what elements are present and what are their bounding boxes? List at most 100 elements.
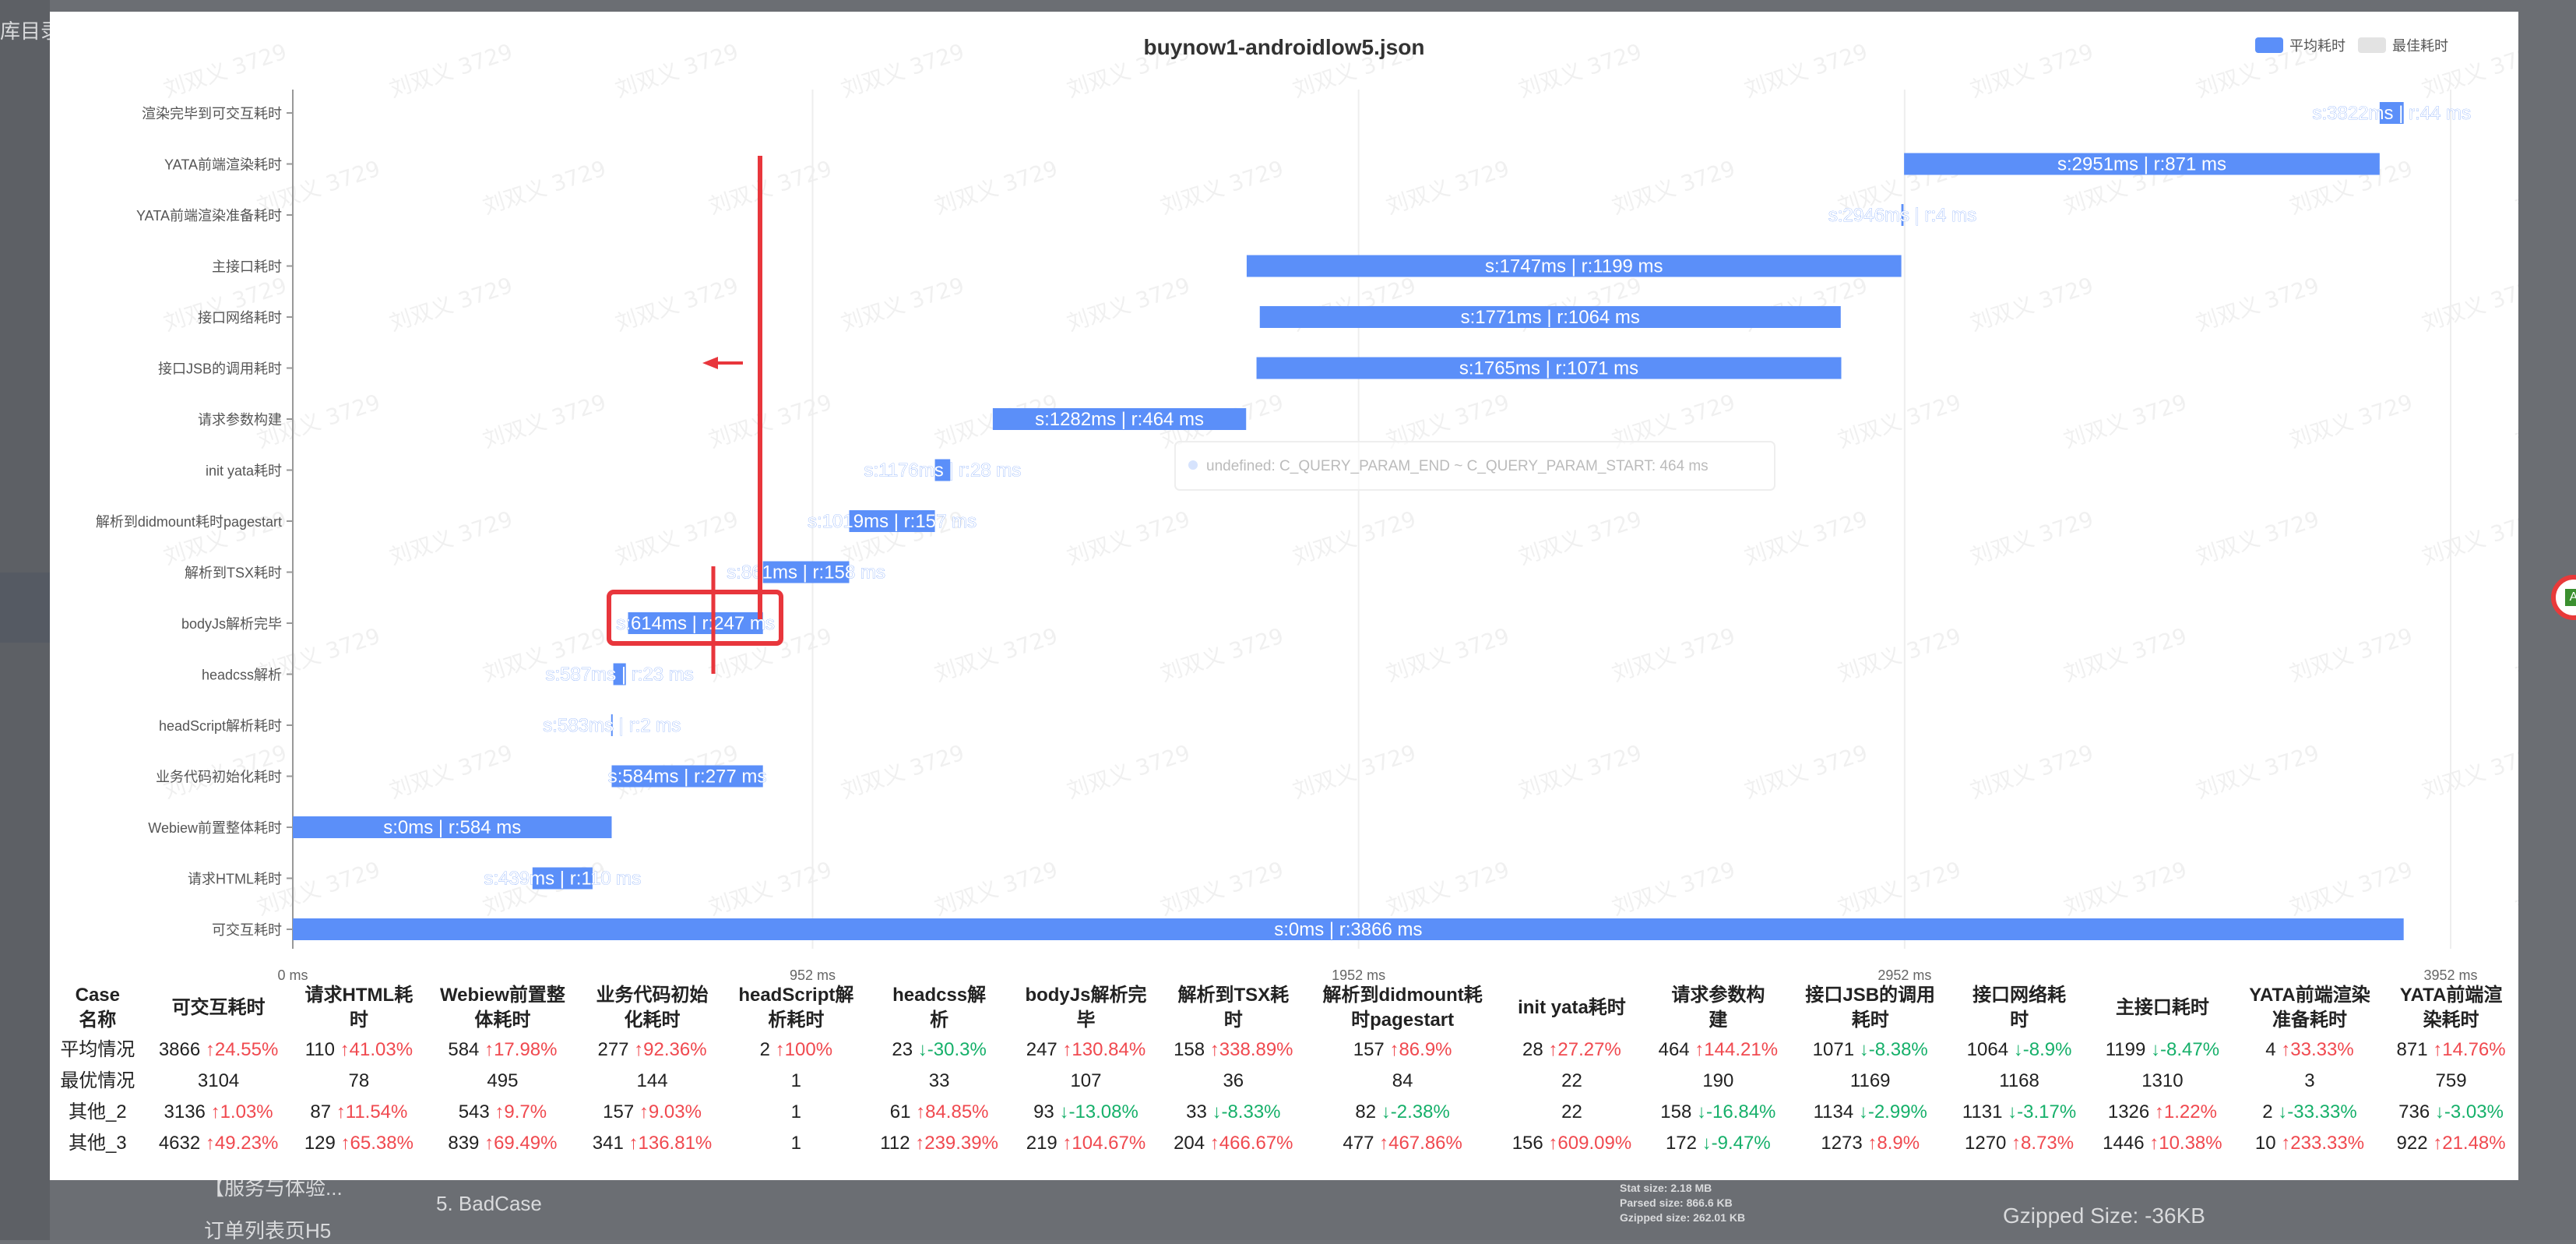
watermark-text: 刘双义 3729 bbox=[1741, 506, 1870, 570]
cell-value: 156 bbox=[1511, 1133, 1543, 1154]
table-cell: 3104 bbox=[146, 1066, 292, 1097]
cell-value: 172 bbox=[1665, 1133, 1697, 1154]
table-cell: 495 bbox=[426, 1066, 579, 1097]
cell-delta-up: ↑84.85% bbox=[910, 1101, 989, 1122]
x-tick-label: 952 ms bbox=[790, 967, 836, 981]
cell-delta-down: ↓-33.33% bbox=[2272, 1101, 2357, 1122]
watermark-text: 刘双义 3729 bbox=[1835, 389, 1964, 453]
cell-value: 839 bbox=[448, 1133, 480, 1154]
table-cell: 1273 ↑8.9% bbox=[1791, 1128, 1949, 1159]
cell-value: 1131 bbox=[1962, 1101, 2003, 1122]
cell-value: 84 bbox=[1392, 1070, 1413, 1091]
table-header-text: 可交互耗时 bbox=[171, 997, 266, 1018]
comparison-table: Case 名称 可交互耗时 请求HTML耗时 Webiew前置整 体耗时 业务代码初始 化耗时… bbox=[50, 981, 2518, 1159]
table-cell: 190 bbox=[1645, 1066, 1791, 1097]
cell-value: 33 bbox=[928, 1070, 950, 1091]
table-cell: 341 ↑136.81% bbox=[579, 1128, 726, 1159]
watermark-text: 刘双义 3729 bbox=[254, 857, 383, 921]
cell-value: 871 bbox=[2396, 1039, 2428, 1060]
tooltip-text: undefined: C_QUERY_PARAM_END ~ C_QUERY_P… bbox=[1206, 458, 1709, 474]
table-header-text: 时 bbox=[349, 1010, 368, 1031]
watermark-text: 刘双义 3729 bbox=[1835, 857, 1964, 921]
table-cell: 2 ↓-33.33% bbox=[2236, 1097, 2384, 1128]
watermark-text: 刘双义 3729 bbox=[2060, 389, 2190, 453]
watermark-text: 刘双义 3729 bbox=[386, 273, 516, 337]
y-tick-label: 可交互耗时 bbox=[212, 922, 282, 938]
watermark-text: 刘双义 3729 bbox=[1064, 39, 1193, 103]
cell-delta-up: ↑17.98% bbox=[479, 1039, 558, 1060]
cell-delta-up: ↑92.36% bbox=[628, 1039, 707, 1060]
table-header-text: 解析到didmount耗 bbox=[1322, 985, 1483, 1006]
cell-value: 1 bbox=[790, 1101, 802, 1122]
background-stat: Gzipped size: 262.01 KB bbox=[1620, 1211, 1746, 1224]
watermark-text: 刘双义 3729 bbox=[931, 623, 1061, 687]
table-row-name: 平均情况 bbox=[60, 1039, 135, 1060]
y-tick-label: 渲染完毕到可交互耗时 bbox=[142, 106, 282, 122]
watermark-text: 刘双义 3729 bbox=[1967, 740, 2096, 804]
background-item: 5. BadCase bbox=[436, 1192, 542, 1215]
table-cell: 1270 ↑8.73% bbox=[1949, 1128, 2089, 1159]
table-cell: 78 bbox=[292, 1066, 427, 1097]
cell-value: 4 bbox=[2265, 1039, 2276, 1060]
cell-delta-up: ↑69.49% bbox=[479, 1133, 558, 1154]
x-tick-label: 2952 ms bbox=[1877, 967, 1931, 981]
table-header-cell: init yata耗时 bbox=[1499, 981, 1645, 1034]
table-row: 最优情况 3104 78 495 144 1 33 107 36 84 22 190 1169 1168 1… bbox=[50, 1066, 2518, 1097]
bar-label: s:2951ms | r:871 ms bbox=[2057, 154, 2226, 175]
table-cell: 477 ↑467.86% bbox=[1307, 1128, 1499, 1159]
table-cell: 3866 ↑24.55% bbox=[146, 1034, 292, 1066]
y-tick-label: 业务代码初始化耗时 bbox=[156, 770, 282, 785]
watermark-text: 刘双义 3729 bbox=[2286, 389, 2416, 453]
cell-delta-up: ↑130.84% bbox=[1057, 1039, 1146, 1060]
cell-delta-up: ↑8.73% bbox=[2006, 1133, 2075, 1154]
table-header-row: Case 名称 可交互耗时 请求HTML耗时 Webiew前置整 体耗时 业务代码初始 化耗时… bbox=[50, 981, 2518, 1034]
table-header-text: 接口JSB的调用 bbox=[1805, 985, 1936, 1006]
watermark-text: 刘双义 3729 bbox=[838, 740, 967, 804]
cell-value: 477 bbox=[1343, 1133, 1374, 1154]
table-body: 平均情况 3866 ↑24.55% 110 ↑41.03% 584 ↑17.98% 27… bbox=[50, 1034, 2518, 1159]
cell-value: 61 bbox=[889, 1101, 911, 1122]
cell-value: 1310 bbox=[2141, 1070, 2184, 1091]
cell-value: 10 bbox=[2254, 1133, 2276, 1154]
cell-value: 28 bbox=[1522, 1039, 1543, 1060]
cell-value: 1273 bbox=[1821, 1133, 1863, 1154]
table-header-cell: 解析到didmount耗 时pagestart bbox=[1307, 981, 1499, 1034]
table-cell: 156 ↑609.09% bbox=[1499, 1128, 1645, 1159]
table-cell: 1131 ↓-3.17% bbox=[1949, 1097, 2089, 1128]
cell-delta-up: ↑466.67% bbox=[1205, 1133, 1293, 1154]
cell-delta-down: ↓-3.03% bbox=[2430, 1101, 2504, 1122]
table-header-text: YATA前端渲 bbox=[2399, 985, 2503, 1006]
table-cell: 1310 bbox=[2089, 1066, 2236, 1097]
cell-delta-up: ↑21.48% bbox=[2427, 1133, 2506, 1154]
cell-delta-up: ↑338.89% bbox=[1205, 1039, 1293, 1060]
cell-value: 1446 bbox=[2103, 1133, 2145, 1154]
table-cell: 1134 ↓-2.99% bbox=[1791, 1097, 1949, 1128]
cell-value: 110 bbox=[304, 1039, 335, 1060]
cell-delta-up: ↑9.7% bbox=[489, 1101, 547, 1122]
bar-label: s:1747ms | r:1199 ms bbox=[1485, 256, 1663, 277]
cell-value: 22 bbox=[1561, 1070, 1582, 1091]
cell-delta-down: ↓-2.99% bbox=[1853, 1101, 1927, 1122]
y-tick-label: YATA前端渲染耗时 bbox=[164, 157, 282, 173]
table-cell: 204 ↑466.67% bbox=[1160, 1128, 1307, 1159]
watermark-text: 刘双义 3729 bbox=[386, 740, 516, 804]
x-tick-label: 0 ms bbox=[277, 967, 308, 981]
table-header-cell: bodyJs解析完毕 bbox=[1012, 981, 1160, 1034]
watermark-text: 刘双义 3729 bbox=[1064, 740, 1193, 804]
table-cell: 1071 ↓-8.38% bbox=[1791, 1034, 1949, 1066]
cell-delta-up: ↑49.23% bbox=[200, 1133, 279, 1154]
table-header-text: 准备耗时 bbox=[2272, 1010, 2347, 1031]
bar-label: s:1176ms | r:28 ms bbox=[864, 460, 1021, 481]
watermark-text: 刘双义 3729 bbox=[931, 156, 1061, 220]
cell-value: 190 bbox=[1702, 1070, 1734, 1091]
y-tick-label: YATA前端渲染准备耗时 bbox=[136, 208, 282, 224]
cell-value: 22 bbox=[1561, 1101, 1582, 1122]
cell-value: 93 bbox=[1033, 1101, 1054, 1122]
watermark-text: 刘双义 3729 bbox=[838, 39, 967, 103]
cell-value: 1270 bbox=[1965, 1133, 2007, 1154]
y-tick-label: 解析到didmount耗时pagestart bbox=[96, 514, 282, 530]
table-header-text: 析耗时 bbox=[768, 1010, 825, 1031]
cell-delta-down: ↓-9.47% bbox=[1697, 1133, 1771, 1154]
table-header-text: bodyJs解析完 bbox=[1025, 985, 1147, 1006]
table-header-cell: Webiew前置整 体耗时 bbox=[426, 981, 579, 1034]
